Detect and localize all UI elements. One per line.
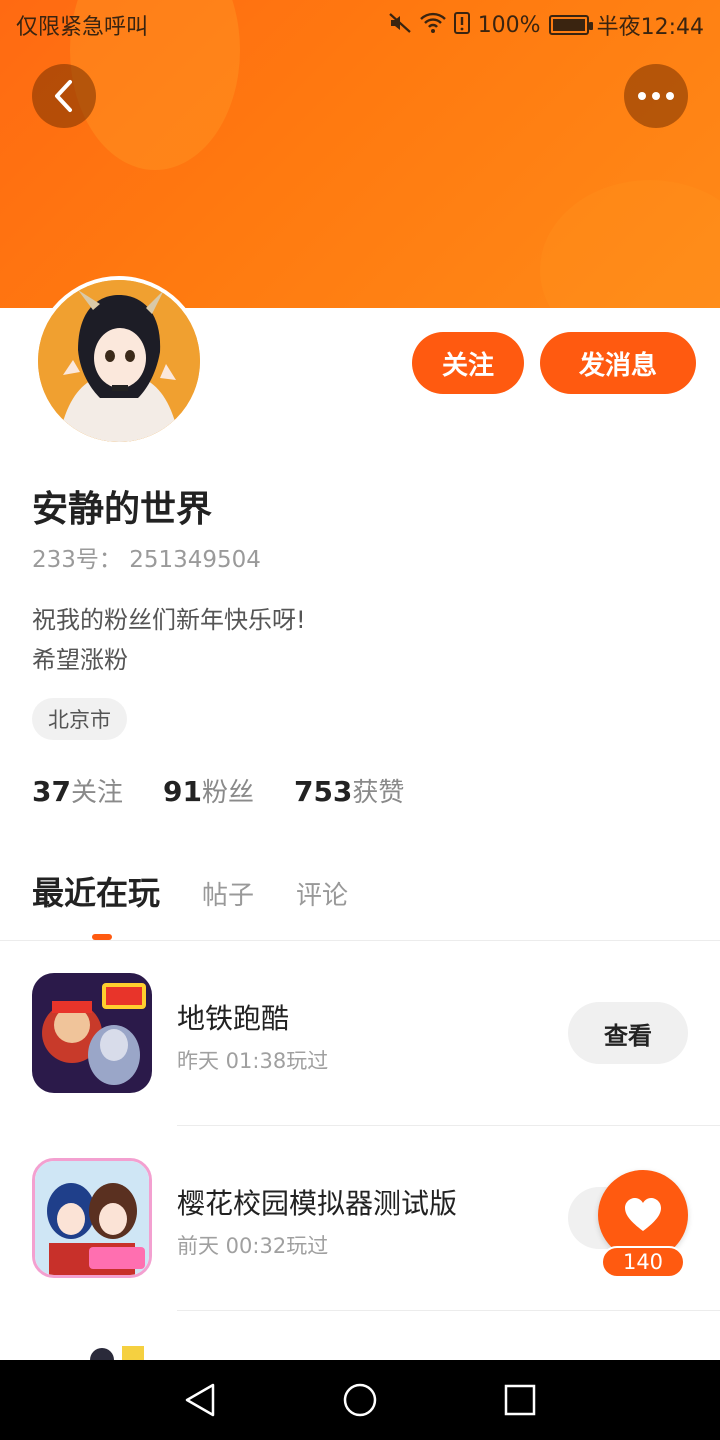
send-message-button[interactable]: 发消息: [540, 332, 696, 394]
fans-stat[interactable]: 91粉丝: [163, 772, 254, 809]
game-icon-partial: [32, 1340, 152, 1360]
likes-stat: 753获赞: [294, 772, 404, 809]
bio-line-2: 希望涨粉: [32, 646, 128, 674]
bio: 祝我的粉丝们新年快乐呀! 希望涨粉: [32, 600, 306, 680]
more-dots-icon: [638, 92, 674, 100]
profile-stats: 37关注 91粉丝 753获赞: [32, 772, 404, 809]
row-divider: [177, 1310, 720, 1311]
home-circle-icon: [343, 1383, 377, 1417]
tab-posts[interactable]: 帖子: [202, 875, 254, 912]
avatar[interactable]: [34, 276, 204, 446]
recents-square-icon: [504, 1384, 536, 1416]
user-id: 233号： 251349504: [32, 547, 261, 573]
back-triangle-icon: [185, 1383, 215, 1417]
profile-tabs: 最近在玩 帖子 评论: [32, 868, 348, 914]
likes-label: 获赞: [352, 778, 405, 808]
following-count: 37: [32, 775, 71, 808]
heart-icon: [625, 1198, 661, 1231]
list-item[interactable]: 地铁跑酷 昨天 01:38玩过 查看: [0, 941, 720, 1126]
nav-back-button[interactable]: [170, 1370, 230, 1430]
status-bar: 仅限紧急呼叫 100% 半夜12:44: [0, 0, 720, 50]
follow-button[interactable]: 关注: [412, 332, 524, 394]
mute-icon: [388, 12, 412, 39]
following-label: 关注: [70, 778, 123, 808]
view-button[interactable]: 查看: [568, 1002, 688, 1064]
wifi-icon: [419, 12, 446, 39]
nickname: 安静的世界: [32, 489, 213, 530]
tab-recently-played[interactable]: 最近在玩: [32, 868, 160, 914]
game-last-played: 前天 00:32玩过: [177, 1234, 329, 1258]
nav-home-button[interactable]: [330, 1370, 390, 1430]
likes-count: 753: [293, 775, 353, 808]
more-button[interactable]: [624, 64, 688, 128]
following-stat[interactable]: 37关注: [32, 772, 123, 809]
nav-recents-button[interactable]: [490, 1370, 550, 1430]
system-nav-bar: [0, 1360, 720, 1440]
fans-label: 粉丝: [201, 778, 254, 808]
game-icon-sakura-school: [32, 1158, 152, 1278]
bio-line-1: 祝我的粉丝们新年快乐呀!: [32, 606, 306, 634]
sim-alert-icon: [453, 11, 470, 39]
game-title: 地铁跑酷: [177, 1002, 290, 1035]
game-title: 樱花校园模拟器测试版: [177, 1187, 458, 1220]
back-button[interactable]: [32, 64, 96, 128]
chevron-left-icon: [55, 80, 72, 112]
game-last-played: 昨天 01:38玩过: [177, 1049, 329, 1073]
like-count: 140: [601, 1246, 685, 1278]
location-tag: 北京市: [32, 698, 127, 740]
battery-percent: 100%: [477, 12, 541, 38]
fans-count: 91: [162, 775, 202, 808]
battery-icon: [548, 15, 593, 35]
avatar-image: [38, 280, 200, 442]
clock: 半夜12:44: [596, 15, 704, 40]
carrier-text: 仅限紧急呼叫: [16, 15, 149, 40]
tab-comments[interactable]: 评论: [296, 875, 348, 912]
game-icon-subway-surfers: [32, 973, 152, 1093]
